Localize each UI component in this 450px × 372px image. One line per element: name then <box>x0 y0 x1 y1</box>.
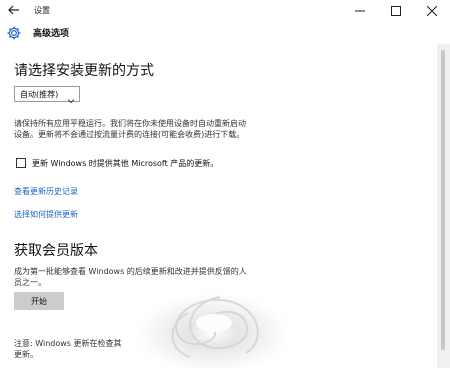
install-description-line2: 设备。更新将不会通过按流量计费的连接(可能会收费)进行下载。 <box>14 130 245 139</box>
insider-heading: 获取会员版本 <box>14 243 98 259</box>
insider-description-line1: 成为第一批能够查看 Windows 的后续更新和改进并提供反馈的人 <box>14 267 247 276</box>
install-method-heading: 请选择安装更新的方式 <box>14 63 154 79</box>
note-line1: 注意: Windows 更新在检查其 <box>14 339 122 348</box>
delivery-options-link[interactable]: 选择如何提供更新 <box>14 209 78 220</box>
scrollbar[interactable] <box>437 44 450 368</box>
dropdown-value: 自动(推荐) <box>20 90 59 99</box>
window-title: 设置 <box>34 6 50 15</box>
swirl-overlay <box>128 283 298 372</box>
page-title: 高级选项 <box>33 29 70 39</box>
insider-description-line2: 员之一。 <box>14 278 46 287</box>
page-header: 高级选项 <box>0 22 450 44</box>
chevron-down-icon <box>67 90 75 104</box>
back-arrow-icon[interactable] <box>6 2 22 18</box>
update-history-link[interactable]: 查看更新历史记录 <box>14 186 78 197</box>
note-line2: 更新。 <box>14 350 38 359</box>
other-products-checkbox-label[interactable]: 更新 Windows 时提供其他 Microsoft 产品的更新。 <box>32 158 218 169</box>
scrollbar-thumb[interactable] <box>441 50 445 350</box>
other-products-checkbox[interactable] <box>16 158 26 168</box>
title-bar: 设置 <box>0 0 450 22</box>
close-icon[interactable] <box>414 0 450 22</box>
gear-icon <box>6 25 22 41</box>
install-description-line1: 请保持所有应用平稳运行。我们将在你未使用设备时自动重新启动 <box>14 119 246 128</box>
minimize-icon[interactable] <box>342 0 378 22</box>
maximize-icon[interactable] <box>378 0 414 22</box>
start-button[interactable]: 开始 <box>14 292 64 310</box>
install-method-dropdown[interactable]: 自动(推荐) <box>14 86 80 104</box>
